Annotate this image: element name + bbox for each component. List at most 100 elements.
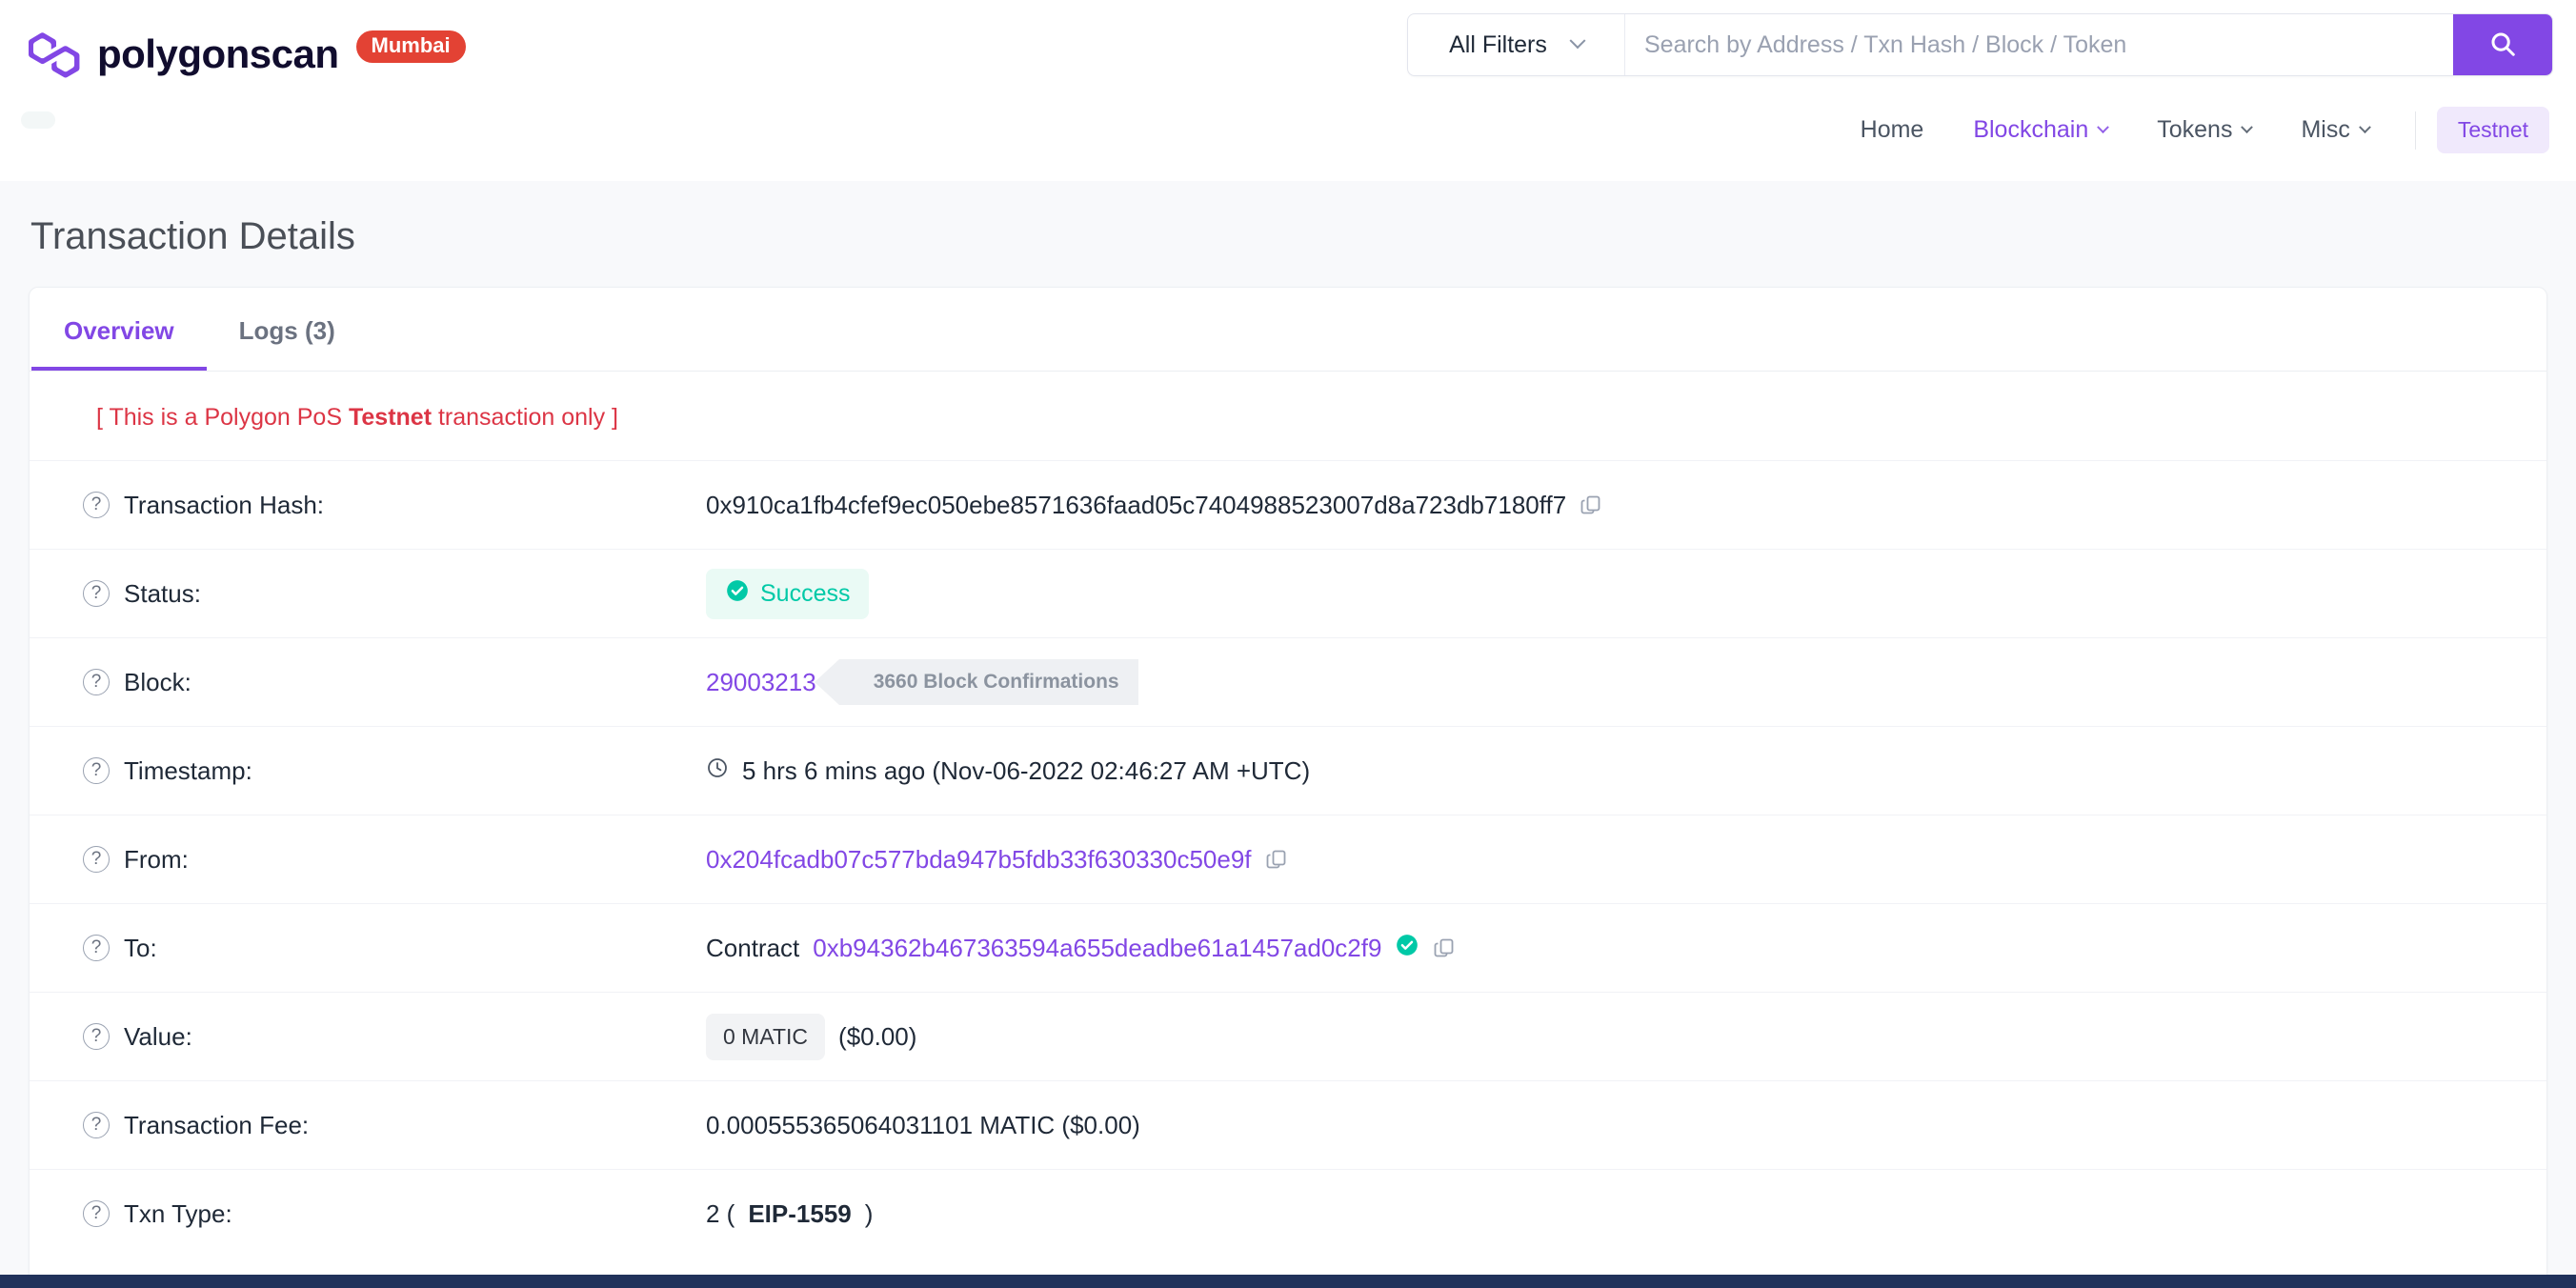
help-icon[interactable]: ? xyxy=(83,846,110,873)
block-number-link[interactable]: 29003213 xyxy=(706,668,816,697)
search-button[interactable] xyxy=(2453,14,2552,75)
label-text: Transaction Hash: xyxy=(124,490,325,519)
row-value: 0x910ca1fb4cfef9ec050ebe8571636faad05c74… xyxy=(706,491,1602,520)
nav-item-misc[interactable]: Misc xyxy=(2276,109,2393,151)
help-icon[interactable]: ? xyxy=(83,492,110,518)
help-icon[interactable]: ? xyxy=(83,935,110,961)
row-value: 29003213 3660 Block Confirmations xyxy=(706,659,1138,705)
nav-item-tokens[interactable]: Tokens xyxy=(2132,109,2276,151)
clock-icon xyxy=(706,756,729,786)
nav-item-blockchain[interactable]: Blockchain xyxy=(1948,109,2132,151)
search-input[interactable] xyxy=(1625,14,2453,75)
polygon-logo-icon xyxy=(29,29,80,80)
nav-item-label: Misc xyxy=(2301,116,2350,143)
search-icon xyxy=(2488,30,2517,61)
nav-item-label: Blockchain xyxy=(1973,116,2089,143)
page-body: Transaction Details Overview Logs (3) [ … xyxy=(0,181,2576,1288)
row-label: ? Timestamp: xyxy=(83,756,706,786)
nav-item-label: Tokens xyxy=(2157,116,2233,143)
row-label: ? From: xyxy=(83,845,706,875)
copy-icon[interactable] xyxy=(1265,848,1288,871)
row-label: ? To: xyxy=(83,934,706,963)
txn-type-number: 2 ( xyxy=(706,1198,735,1228)
nav-item-home[interactable]: Home xyxy=(1836,109,1949,151)
site-footer-strip xyxy=(0,1275,2576,1288)
label-text: Value: xyxy=(124,1021,192,1051)
help-icon[interactable]: ? xyxy=(83,669,110,695)
network-badge: Mumbai xyxy=(355,30,466,63)
help-icon[interactable]: ? xyxy=(83,1112,110,1138)
transaction-hash-value: 0x910ca1fb4cfef9ec050ebe8571636faad05c74… xyxy=(706,490,1567,519)
value-amount-chip: 0 MATIC xyxy=(706,1013,826,1060)
network-switch-button[interactable]: Testnet xyxy=(2436,107,2549,153)
status-text: Success xyxy=(760,579,851,607)
row-timestamp: ? Timestamp: 5 hrs 6 mins ago (Nov-06-20… xyxy=(30,726,2546,815)
price-skeleton-placeholder xyxy=(21,111,55,129)
chevron-down-icon xyxy=(2358,121,2371,134)
row-value: 5 hrs 6 mins ago (Nov-06-2022 02:46:27 A… xyxy=(706,756,1310,786)
block-confirmations-chip: 3660 Block Confirmations xyxy=(814,659,1138,705)
contract-label: Contract xyxy=(706,933,800,962)
label-text: Status: xyxy=(124,578,201,608)
to-address-link[interactable]: 0xb94362b467363594a655deadbe61a1457ad0c2… xyxy=(813,934,1381,963)
notice-emphasis: Testnet xyxy=(348,404,433,431)
nav-divider xyxy=(2414,111,2416,150)
timestamp-value: 5 hrs 6 mins ago (Nov-06-2022 02:46:27 A… xyxy=(742,755,1311,785)
copy-icon[interactable] xyxy=(1580,493,1602,516)
row-label: ? Status: xyxy=(83,579,706,609)
row-status: ? Status: Success xyxy=(30,549,2546,637)
row-block: ? Block: 29003213 3660 Block Confirmatio… xyxy=(30,637,2546,726)
tab-bar: Overview Logs (3) xyxy=(30,288,2546,372)
label-text: Block: xyxy=(124,667,191,696)
verified-check-icon xyxy=(1395,933,1419,964)
help-icon[interactable]: ? xyxy=(83,1023,110,1050)
search-filter-dropdown[interactable]: All Filters xyxy=(1408,14,1625,75)
row-to: ? To: Contract 0xb94362b467363594a655dea… xyxy=(30,903,2546,992)
search-filter-label: All Filters xyxy=(1449,30,1547,58)
help-icon[interactable]: ? xyxy=(83,1200,110,1227)
txn-type-suffix: ) xyxy=(864,1198,874,1228)
txn-type-standard: EIP-1559 xyxy=(748,1198,852,1228)
brand-name: polygonscan xyxy=(97,31,339,76)
tab-overview[interactable]: Overview xyxy=(31,288,207,371)
help-icon[interactable]: ? xyxy=(83,580,110,607)
row-label: ? Block: xyxy=(83,668,706,697)
main-nav: Home Blockchain Tokens Misc Testnet xyxy=(1836,107,2549,153)
row-label: ? Transaction Fee: xyxy=(83,1111,706,1140)
row-value: Contract 0xb94362b467363594a655deadbe61a… xyxy=(706,933,1456,964)
row-transaction-hash: ? Transaction Hash: 0x910ca1fb4cfef9ec05… xyxy=(30,460,2546,549)
status-badge: Success xyxy=(706,568,870,619)
label-text: To: xyxy=(124,933,157,962)
help-icon[interactable]: ? xyxy=(83,757,110,784)
row-value: 0x204fcadb07c577bda947b5fdb33f630330c50e… xyxy=(706,845,1288,875)
page-title: Transaction Details xyxy=(30,215,355,257)
site-header: polygonscan Mumbai All Filters Home Bloc… xyxy=(0,0,2576,181)
label-text: Txn Type: xyxy=(124,1198,232,1228)
tab-logs[interactable]: Logs (3) xyxy=(207,288,368,371)
brand-logo-link[interactable]: polygonscan Mumbai xyxy=(29,29,466,80)
row-transaction-fee: ? Transaction Fee: 0.000555365064031101 … xyxy=(30,1080,2546,1169)
row-value: 0.000555365064031101 MATIC ($0.00) xyxy=(706,1111,1140,1140)
row-label: ? Value: xyxy=(83,1022,706,1052)
row-value-amount: ? Value: 0 MATIC ($0.00) xyxy=(30,992,2546,1080)
chevron-down-icon xyxy=(2241,121,2254,134)
chevron-down-icon xyxy=(2097,121,2110,134)
row-label: ? Txn Type: xyxy=(83,1199,706,1229)
testnet-notice: [ This is a Polygon PoS Testnet transact… xyxy=(30,372,2546,460)
row-txn-type: ? Txn Type: 2 ( EIP-1559) xyxy=(30,1169,2546,1258)
row-value: 0 MATIC ($0.00) xyxy=(706,1013,917,1060)
value-fiat: ($0.00) xyxy=(838,1021,917,1051)
copy-icon[interactable] xyxy=(1433,936,1456,959)
label-text: From: xyxy=(124,844,189,874)
row-value: 2 ( EIP-1559) xyxy=(706,1199,873,1229)
label-text: Timestamp: xyxy=(124,755,252,785)
search-bar: All Filters xyxy=(1407,13,2553,76)
row-label: ? Transaction Hash: xyxy=(83,491,706,520)
chevron-down-icon xyxy=(1569,32,1586,50)
check-circle-icon xyxy=(725,578,750,610)
row-from: ? From: 0x204fcadb07c577bda947b5fdb33f63… xyxy=(30,815,2546,903)
nav-item-label: Home xyxy=(1860,116,1924,143)
row-value: Success xyxy=(706,568,870,619)
from-address-link[interactable]: 0x204fcadb07c577bda947b5fdb33f630330c50e… xyxy=(706,845,1252,875)
notice-suffix: transaction only ] xyxy=(432,404,618,431)
